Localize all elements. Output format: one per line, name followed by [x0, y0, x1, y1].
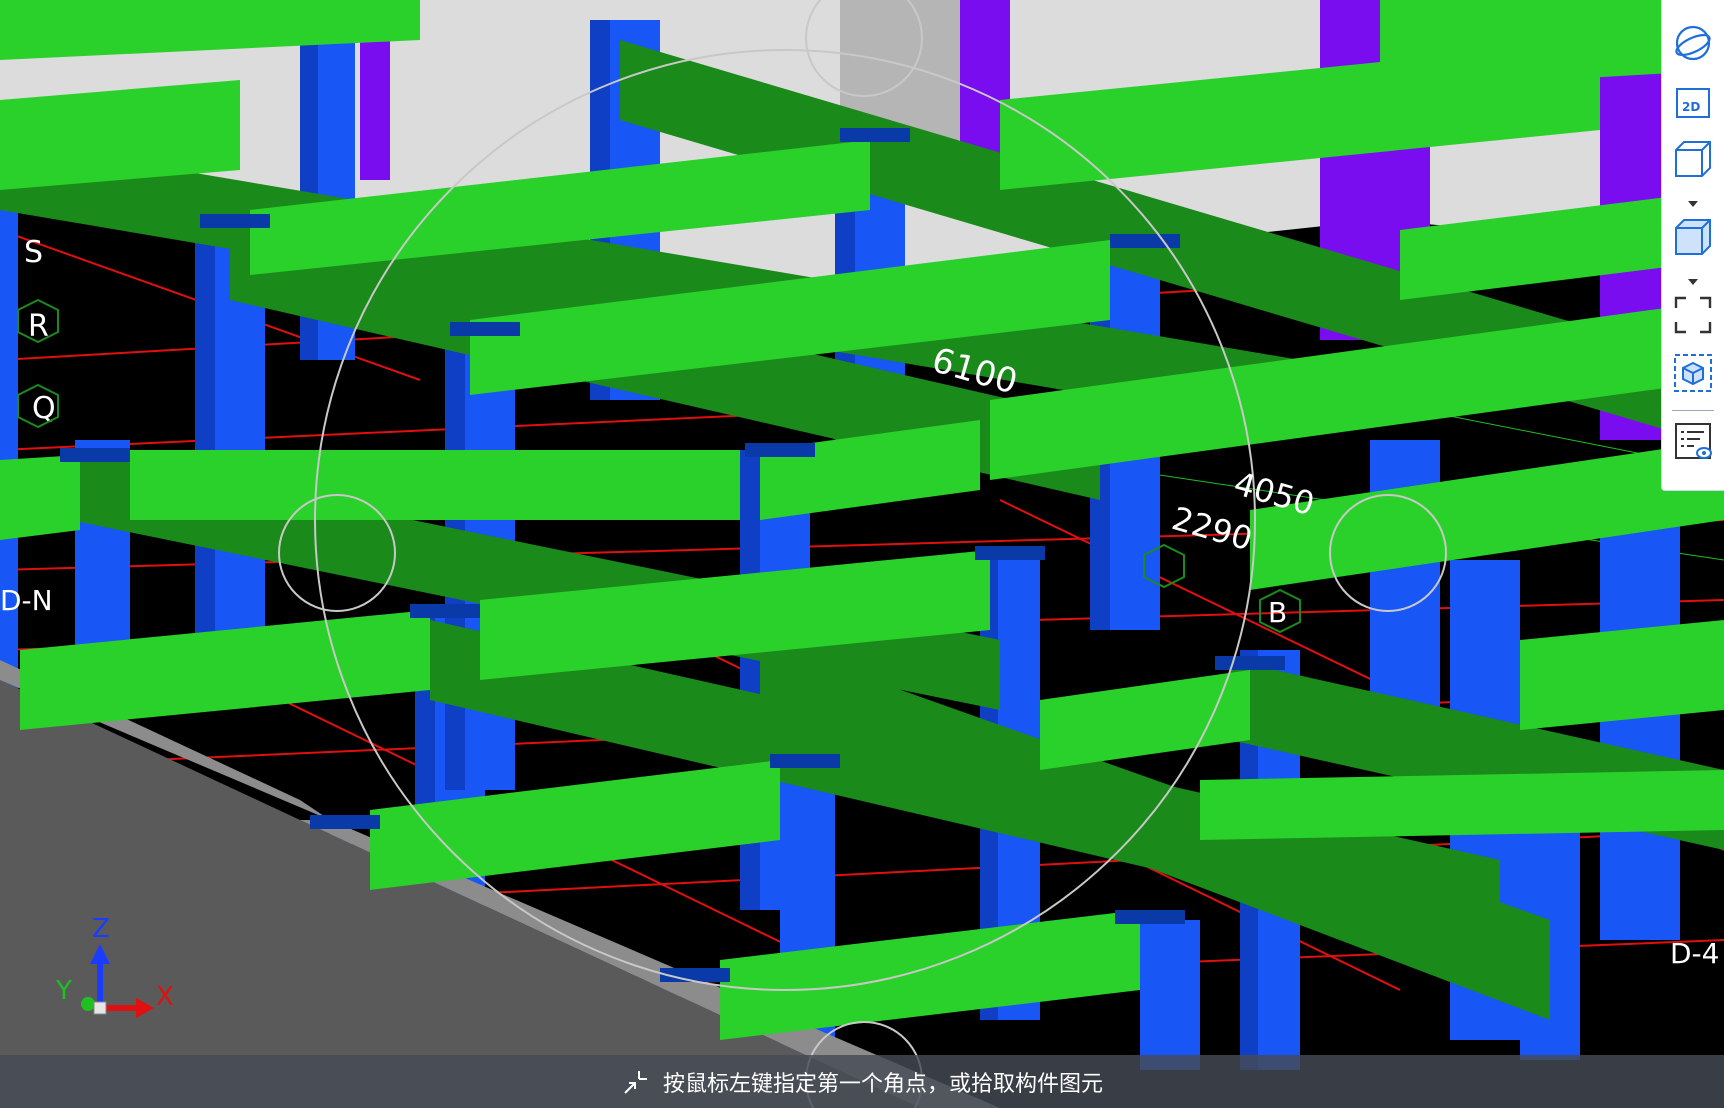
wireframe-cube-button[interactable]: [1670, 136, 1716, 182]
axis-label-x: X: [156, 982, 174, 1012]
chevron-down-icon: [1688, 279, 1698, 285]
view-toolbar: 2D: [1661, 0, 1724, 491]
display-settings-button[interactable]: [1670, 418, 1716, 464]
status-text: 按鼠标左键指定第一个角点，或拾取构件图元: [662, 1071, 1103, 1097]
status-bar: 按鼠标左键指定第一个角点，或拾取构件图元: [0, 1055, 1724, 1108]
wireframe-cube-icon: [1675, 141, 1711, 177]
solid-dropdown-caret[interactable]: [1686, 272, 1700, 285]
3d-viewport[interactable]: S R Q D-N B D-4 6100 4050 2290 Z Y X: [0, 0, 1724, 1108]
status-message: 按鼠标左键指定第一个角点，或拾取构件图元: [621, 1066, 1103, 1098]
2d-view-button[interactable]: 2D: [1670, 80, 1716, 126]
fullscreen-icon: [1674, 296, 1712, 334]
orbit-button[interactable]: [1670, 20, 1716, 66]
wireframe-dropdown-caret[interactable]: [1686, 194, 1700, 207]
fit-view-icon: [1674, 354, 1712, 392]
2d-view-icon: 2D: [1676, 88, 1710, 118]
svg-text:2D: 2D: [1682, 100, 1700, 114]
grid-label-dn: D-N: [0, 584, 53, 617]
fit-view-button[interactable]: [1670, 350, 1716, 396]
solid-cube-icon: [1675, 219, 1711, 255]
display-settings-icon: [1675, 423, 1712, 459]
toolbar-separator: [1672, 410, 1714, 411]
chevron-down-icon: [1688, 201, 1698, 207]
orbit-icon: [1675, 25, 1711, 61]
fullscreen-button[interactable]: [1670, 292, 1716, 338]
axis-gizmo: Z Y X: [48, 914, 188, 1030]
axis-label-y: Y: [56, 976, 72, 1006]
grid-label-d4: D-4: [1670, 937, 1719, 970]
solid-cube-button[interactable]: [1670, 214, 1716, 260]
grid-label-b: B: [1268, 596, 1287, 629]
model-scene[interactable]: S R Q D-N B D-4 6100 4050 2290: [0, 0, 1724, 1108]
corner-pick-icon: [624, 1070, 647, 1094]
axis-label-z: Z: [92, 914, 110, 944]
grid-label-s: S: [24, 235, 43, 270]
axis-arrows: [81, 944, 154, 1018]
